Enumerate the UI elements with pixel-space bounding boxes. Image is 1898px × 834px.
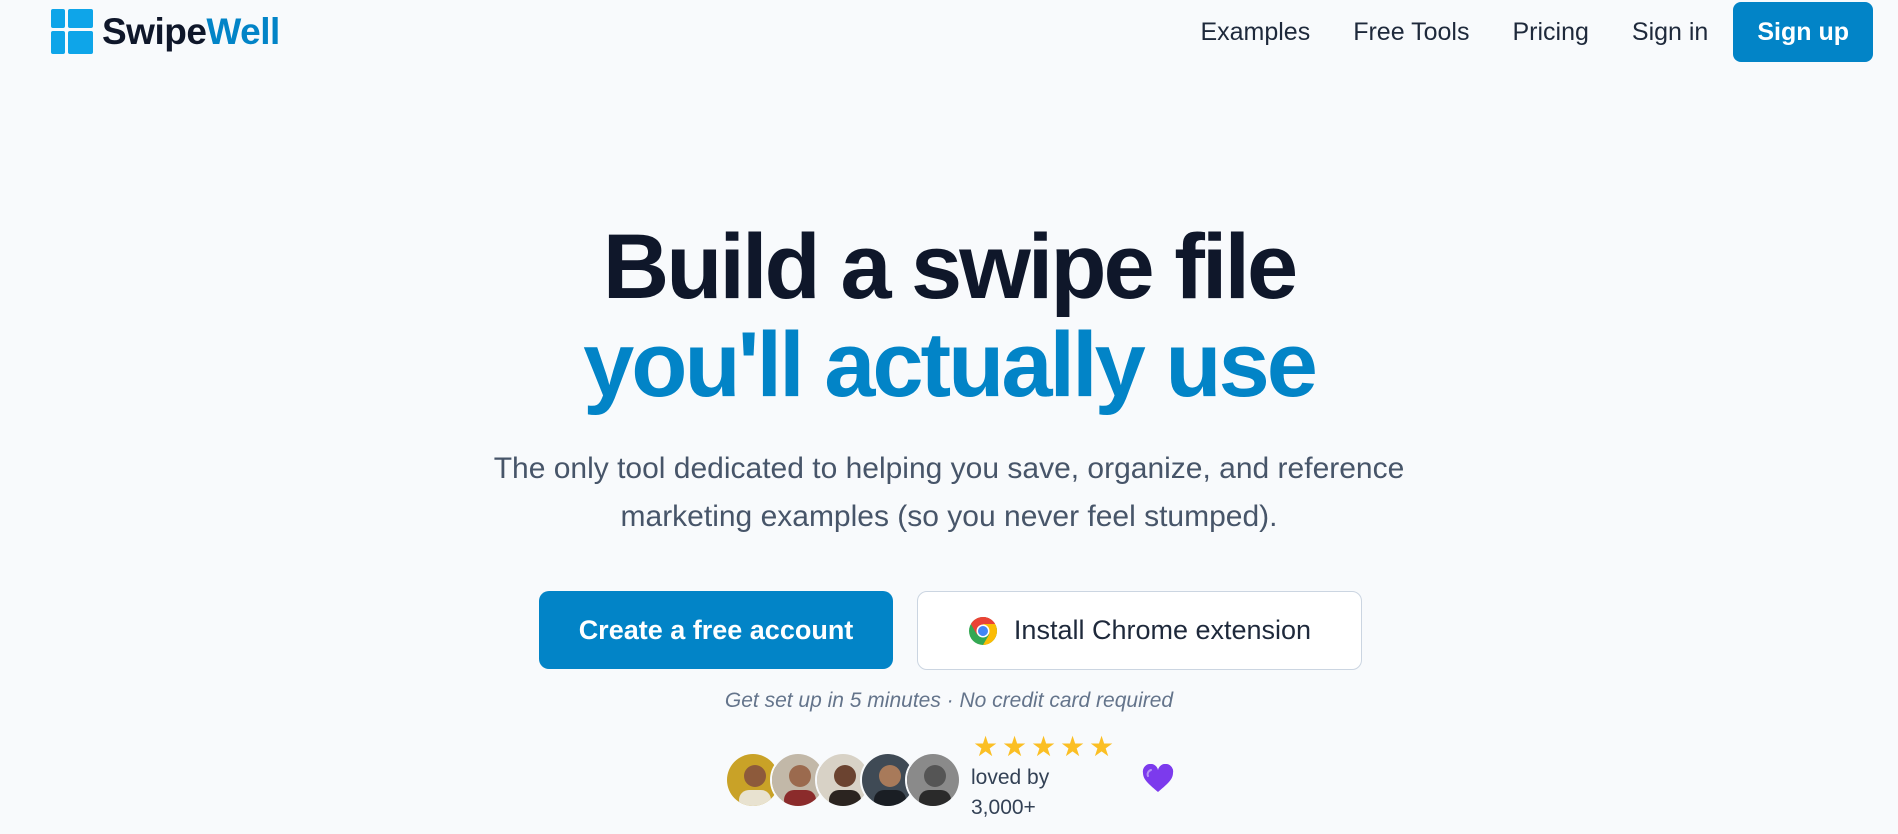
star-icon: ★ — [1001, 731, 1028, 762]
hero-title-line-2: you'll actually use — [583, 314, 1318, 416]
subtitle-line-1: The only tool dedicated to helping you s… — [493, 452, 1405, 485]
subtitle-line-2: marketing examples (so you never feel st… — [620, 500, 1278, 533]
purple-heart-icon — [1142, 764, 1174, 792]
nav-links: Examples Free Tools Pricing Sign in Sign… — [1157, 2, 1873, 62]
star-icon: ★ — [972, 731, 999, 762]
hero-subtitle: The only tool dedicated to helping you s… — [0, 445, 1898, 541]
nav-examples[interactable]: Examples — [1200, 2, 1310, 62]
loved-by-text: loved by 3,000+ — [971, 766, 1050, 819]
avatar — [905, 752, 961, 808]
top-navigation: SwipeWell Examples Free Tools Pricing Si… — [0, 0, 1898, 64]
five-star-rating: ★ ★ ★ ★ ★ — [971, 732, 1116, 762]
logo-grid-icon — [51, 9, 93, 54]
swipewell-logo[interactable]: SwipeWell — [51, 9, 280, 54]
user-avatars — [725, 752, 961, 823]
nav-sign-in[interactable]: Sign in — [1632, 2, 1708, 62]
star-icon: ★ — [1088, 731, 1115, 762]
hero-title-line-1: Build a swipe file — [602, 216, 1298, 318]
chrome-icon — [968, 616, 997, 645]
nav-pricing[interactable]: Pricing — [1512, 2, 1588, 62]
sign-up-button[interactable]: Sign up — [1733, 2, 1873, 62]
nav-free-tools[interactable]: Free Tools — [1353, 2, 1469, 62]
signup-note: Get set up in 5 minutes · No credit card… — [724, 689, 1174, 712]
brand-name: SwipeWell — [102, 10, 280, 52]
chrome-extension-label: Install Chrome extension — [1013, 615, 1312, 645]
hero-heading: Build a swipe file you'll actually use — [0, 218, 1898, 414]
cta-buttons: Create a free account Install Chrome ext… — [0, 591, 1898, 670]
social-proof: ★ ★ ★ ★ ★ loved by 3,000+ — [725, 732, 1174, 823]
star-icon: ★ — [1030, 731, 1057, 762]
rating: ★ ★ ★ ★ ★ loved by 3,000+ — [971, 732, 1116, 823]
create-account-button[interactable]: Create a free account — [539, 591, 893, 669]
star-icon: ★ — [1059, 731, 1086, 762]
install-chrome-extension-button[interactable]: Install Chrome extension — [917, 591, 1362, 670]
